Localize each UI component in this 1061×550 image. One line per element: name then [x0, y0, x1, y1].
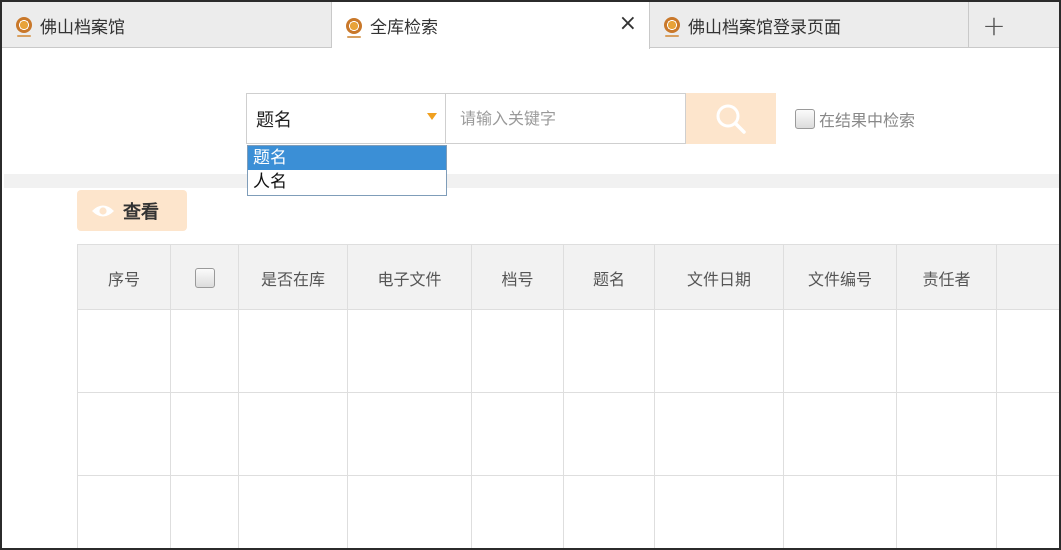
table-cell	[784, 393, 897, 475]
browser-frame: 佛山档案馆 全库检索 × 佛山档案馆登录页面 + 题名 在结果中检索 题名 人名	[0, 0, 1061, 550]
search-icon	[716, 104, 746, 134]
tab-login-page[interactable]: 佛山档案馆登录页面	[650, 2, 969, 48]
col-responsible[interactable]: 责任者	[897, 245, 997, 310]
table-cell	[171, 476, 239, 548]
table-header: 序号 是否在库 电子文件 档号 题名 文件日期 文件编号 责任者	[78, 245, 1059, 310]
search-in-results-label: 在结果中检索	[819, 111, 916, 130]
table-cell	[564, 310, 655, 392]
tab-label: 全库检索	[370, 18, 438, 38]
table-cell	[171, 310, 239, 392]
search-in-results-checkbox[interactable]	[795, 109, 815, 129]
select-all-checkbox[interactable]	[194, 267, 215, 288]
tab-full-search[interactable]: 全库检索 ×	[332, 2, 650, 49]
search-field-dropdown: 题名 人名	[247, 145, 447, 196]
table-cell	[78, 476, 171, 548]
col-title[interactable]: 题名	[564, 245, 655, 310]
col-document-number[interactable]: 文件编号	[784, 245, 897, 310]
view-button[interactable]: 查看	[77, 190, 187, 231]
table-cell	[472, 393, 564, 475]
tab-bar: 佛山档案馆 全库检索 × 佛山档案馆登录页面 +	[2, 2, 1059, 49]
table-cell	[472, 476, 564, 548]
table-cell	[784, 310, 897, 392]
archive-logo-icon	[16, 17, 32, 37]
table-cell	[564, 393, 655, 475]
table-cell	[239, 393, 348, 475]
col-electronic-file[interactable]: 电子文件	[348, 245, 472, 310]
table-row[interactable]	[78, 476, 1059, 548]
tab-label: 佛山档案馆	[40, 17, 125, 38]
col-index[interactable]: 序号	[78, 245, 171, 310]
view-button-label: 查看	[123, 201, 159, 223]
eye-icon	[92, 205, 114, 216]
table-cell	[784, 476, 897, 548]
tab-label: 佛山档案馆登录页面	[688, 17, 841, 38]
table-cell	[348, 393, 472, 475]
table-cell	[897, 476, 997, 548]
keyword-input[interactable]	[446, 93, 686, 144]
search-in-results[interactable]: 在结果中检索	[795, 107, 915, 131]
table-cell	[239, 310, 348, 392]
archive-logo-icon	[346, 17, 362, 38]
table-cell	[239, 476, 348, 548]
table-cell	[78, 310, 171, 392]
close-icon[interactable]: ×	[619, 13, 637, 35]
search-field-selected: 题名	[256, 109, 292, 131]
search-button[interactable]	[686, 93, 776, 144]
table-cell	[348, 310, 472, 392]
table-cell	[897, 310, 997, 392]
table-cell	[655, 310, 784, 392]
table-cell	[78, 393, 171, 475]
dropdown-option-title[interactable]: 题名	[248, 146, 446, 170]
col-file-no[interactable]: 档号	[472, 245, 564, 310]
table-row[interactable]	[78, 310, 1059, 393]
new-tab-button[interactable]: +	[969, 2, 1019, 48]
dropdown-option-person[interactable]: 人名	[248, 170, 446, 194]
tab-foshan-archive[interactable]: 佛山档案馆	[2, 2, 332, 48]
col-select-all[interactable]	[171, 245, 239, 310]
col-in-archive[interactable]: 是否在库	[239, 245, 348, 310]
table-row[interactable]	[78, 393, 1059, 476]
table-cell	[655, 476, 784, 548]
col-extra	[997, 245, 1059, 310]
table-cell	[348, 476, 472, 548]
table-cell	[171, 393, 239, 475]
col-file-date[interactable]: 文件日期	[655, 245, 784, 310]
archive-logo-icon	[664, 17, 680, 37]
search-field-select[interactable]: 题名	[246, 93, 446, 144]
table-cell	[564, 476, 655, 548]
results-table: 序号 是否在库 电子文件 档号 题名 文件日期 文件编号 责任者	[77, 244, 1059, 548]
table-cell	[897, 393, 997, 475]
caret-down-icon	[427, 113, 437, 120]
section-divider	[4, 174, 1059, 188]
table-cell	[655, 393, 784, 475]
table-cell	[472, 310, 564, 392]
